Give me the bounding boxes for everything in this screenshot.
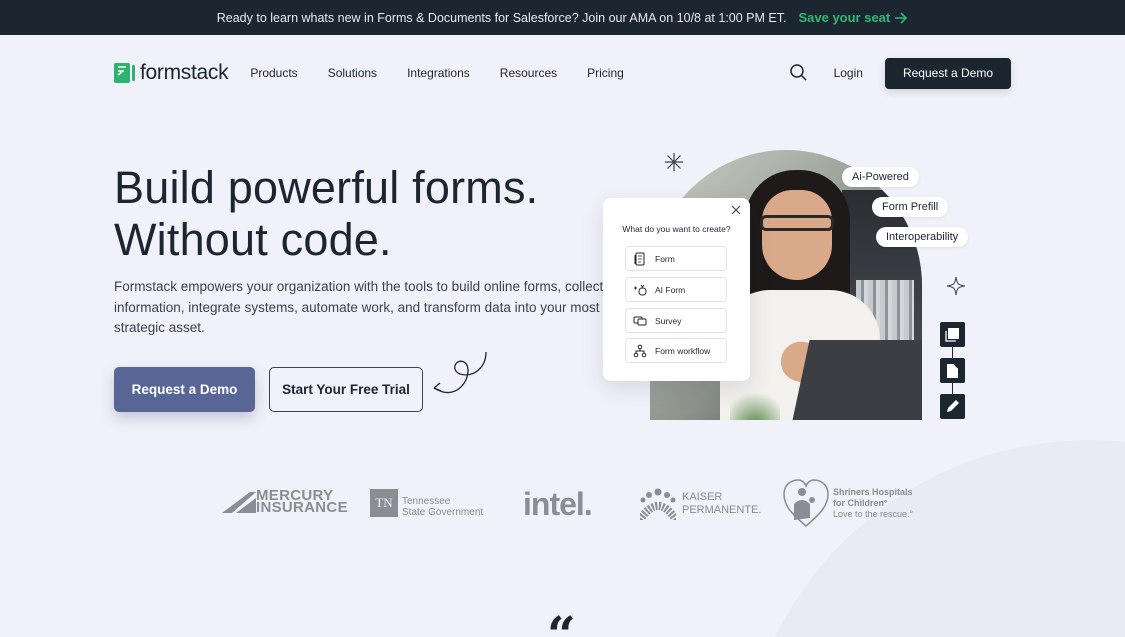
mercury-line2: INSURANCE [256,499,348,516]
hero-title-line-2: Without code. [114,214,392,265]
form-document-icon [634,252,645,265]
option-label: Form workflow [655,345,711,356]
option-label: AI Form [655,284,686,295]
kaiser-people-icon [640,488,676,520]
nav-item-solutions[interactable]: Solutions [328,66,377,80]
testimonial-quote-mark: “ [547,605,576,637]
save-seat-link[interactable]: Save your seat [798,10,908,25]
create-question: What do you want to create? [622,224,731,234]
create-dialog: What do you want to create? Form AI Form… [603,198,750,381]
document-icon [947,363,959,378]
nav-item-products[interactable]: Products [250,66,297,80]
tennessee-line2: State Government [402,507,484,518]
mercury-wing-icon [222,492,256,513]
arrow-right-icon [895,11,908,24]
asterisk-icon [665,153,683,171]
hero-title-line-1: Build powerful forms. [114,162,539,213]
option-label: Survey [655,315,682,326]
document-tool[interactable] [940,358,965,383]
main-nav: formstack Products Solutions Integration… [114,55,1011,91]
workflow-icon [633,344,647,357]
mercury-insurance-logo: MERCURY INSURANCE [222,488,348,516]
squiggle-arrow-icon [433,351,487,394]
save-seat-label: Save your seat [798,10,891,25]
formstack-logo[interactable]: formstack [114,61,229,85]
background-curve [740,440,1125,637]
pill-interoperability: Interoperability [876,227,969,247]
create-option-survey[interactable]: Survey [625,308,727,333]
option-label: Form [655,253,675,264]
ai-robot-icon [634,284,647,295]
kaiser-line2: PERMANENTE. [682,504,762,516]
shriners-heart-icon [783,479,829,527]
pill-ai-powered: Ai-Powered [842,167,919,187]
login-link[interactable]: Login [834,66,863,80]
shriners-line2: for Children° [833,497,888,508]
intel-logo: intel. [523,486,593,522]
announcement-text: Ready to learn whats new in Forms & Docu… [216,10,787,25]
chat-bubbles-icon [633,316,647,325]
create-option-form[interactable]: Form [625,246,727,271]
pencil-icon [947,400,959,412]
nav-item-pricing[interactable]: Pricing [587,66,624,80]
shriners-tagline: Love to the rescue.° [833,508,914,519]
kaiser-permanente-logo: KAISER PERMANENTE. [640,488,761,520]
copy-tool[interactable] [940,322,965,347]
nav-item-integrations[interactable]: Integrations [407,66,470,80]
sparkle-icon [946,276,966,296]
kaiser-line1: KAISER [682,491,723,503]
logo-text: formstack [140,61,229,84]
customer-logos: MERCURY INSURANCE TN Tennessee State Gover… [0,478,1125,533]
hero-title: Build powerful forms. Without code. [114,162,538,266]
nav-item-resources[interactable]: Resources [500,66,557,80]
pill-form-prefill: Form Prefill [872,197,949,217]
nav-right: Login Request a Demo [789,57,1011,89]
tennessee-line1: Tennessee [402,496,451,507]
close-icon[interactable] [730,204,742,216]
nav-request-demo-button[interactable]: Request a Demo [884,57,1011,89]
tn-badge: TN [370,489,398,517]
copy-icon [945,328,959,342]
request-demo-button[interactable]: Request a Demo [114,367,255,412]
create-option-ai-form[interactable]: AI Form [625,277,727,302]
formstack-logo-icon [114,63,136,83]
search-icon[interactable] [789,63,809,83]
hero-description: Formstack empowers your organization wit… [114,279,604,335]
announcement-bar: Ready to learn whats new in Forms & Docu… [0,0,1125,35]
tool-stack [940,322,965,419]
pencil-tool[interactable] [940,394,965,419]
free-trial-button[interactable]: Start Your Free Trial [269,367,423,412]
create-option-form-workflow[interactable]: Form workflow [625,338,727,363]
nav-menu: Products Solutions Integrations Resource… [250,66,624,80]
tennessee-logo: TN Tennessee State Government [370,488,483,518]
shriners-logo: Shriners Hospitals for Children° Love to t… [782,478,913,528]
shriners-line1: Shriners Hospitals [833,486,913,497]
